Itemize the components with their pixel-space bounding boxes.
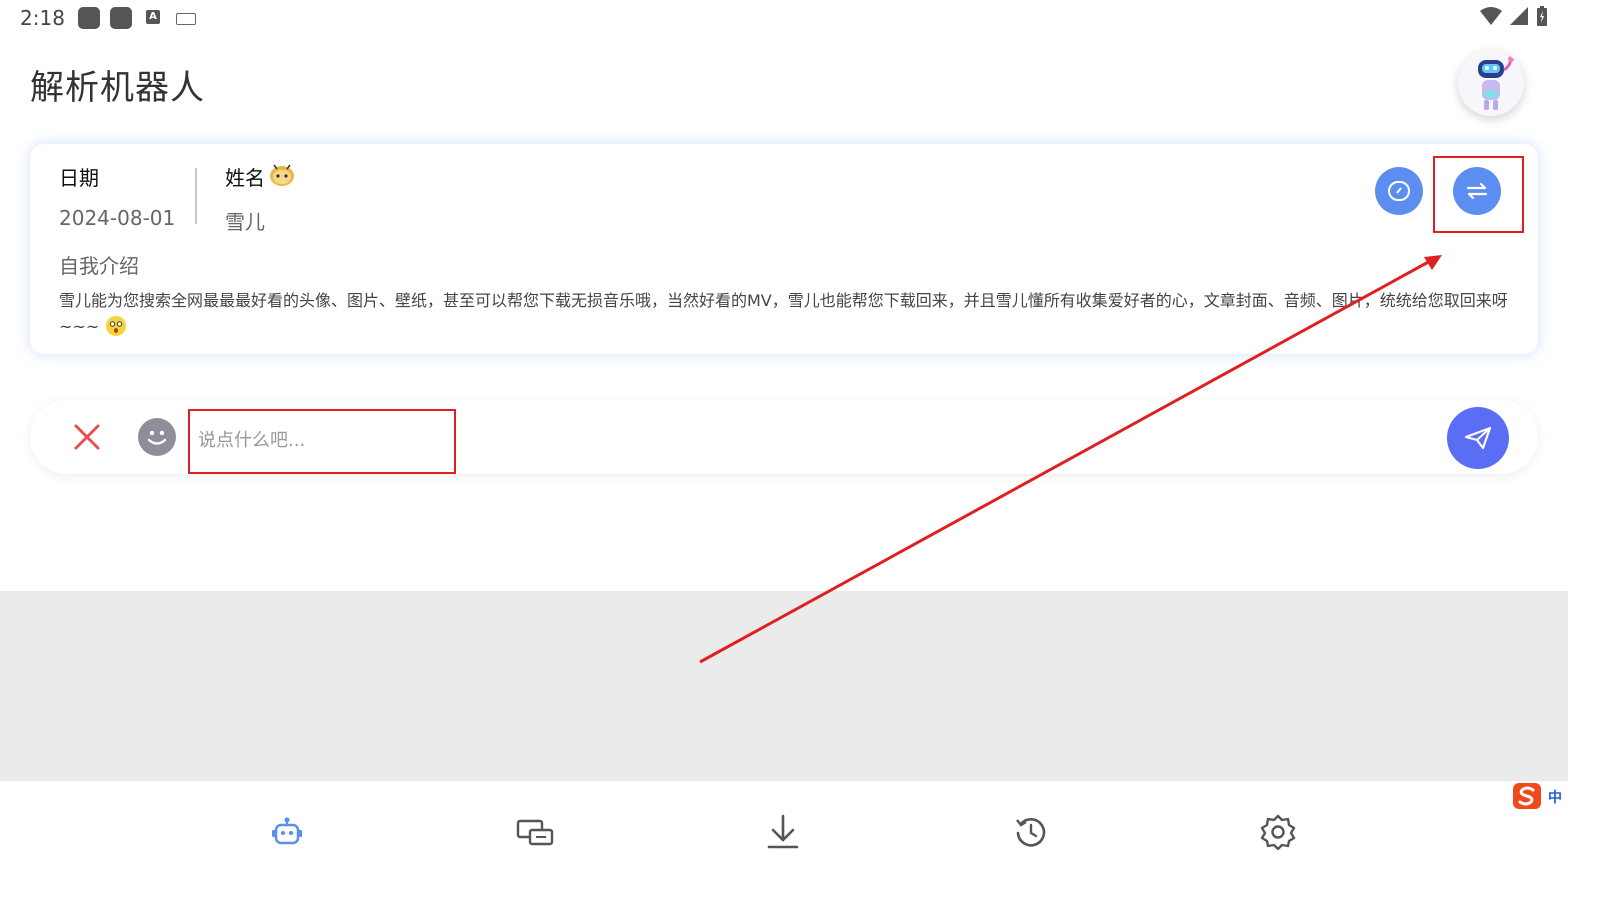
clear-button[interactable]	[70, 420, 104, 454]
annotation-highlight-box	[1433, 156, 1524, 233]
avatar[interactable]	[1458, 50, 1524, 116]
date-label: 日期	[59, 166, 99, 190]
status-time: 2:18	[20, 6, 65, 30]
emoji-icon	[147, 430, 167, 445]
info-card: 日期 2024-08-01 姓名 雪儿 自我介绍 雪儿能为您搜索全网最最最好看的…	[30, 144, 1538, 354]
status-indicators	[1480, 6, 1548, 26]
emoji-button[interactable]	[138, 418, 176, 456]
settings-icon	[1260, 814, 1296, 850]
cute-face-icon	[270, 164, 294, 186]
ime-label: 中	[1548, 790, 1562, 806]
notification-icon	[78, 7, 100, 29]
nav-settings[interactable]	[1258, 810, 1298, 854]
keyboard-icon	[176, 13, 196, 25]
intro-label: 自我介绍	[59, 254, 139, 278]
toggle-button[interactable]	[1375, 167, 1423, 215]
name-value: 雪儿	[225, 210, 265, 234]
signal-icon	[1510, 7, 1528, 25]
nav-robot[interactable]	[267, 810, 307, 854]
battery-icon	[1537, 6, 1547, 26]
send-button[interactable]	[1447, 407, 1509, 469]
status-bar: 2:18 A	[0, 0, 1568, 36]
ime-badge[interactable]: 中	[1512, 782, 1568, 812]
date-value: 2024-08-01	[59, 206, 176, 230]
robot-avatar-icon	[1458, 50, 1524, 116]
nav-download[interactable]	[763, 810, 803, 854]
annotation-highlight-box	[188, 409, 456, 474]
history-icon	[1016, 818, 1046, 847]
page-title: 解析机器人	[30, 68, 205, 108]
input-method-icon: A	[146, 10, 160, 24]
intro-text: 雪儿能为您搜索全网最最最好看的头像、图片、壁纸，甚至可以帮您下载无损音乐哦，当然…	[59, 288, 1509, 340]
divider	[195, 168, 197, 224]
name-label: 姓名	[225, 166, 265, 190]
surprised-emoji-icon	[106, 316, 127, 336]
robot-icon	[272, 817, 302, 845]
send-icon	[1464, 426, 1492, 450]
intro-text-body: 雪儿能为您搜索全网最最最好看的头像、图片、壁纸，甚至可以帮您下载无损音乐哦，当然…	[59, 291, 1508, 336]
nav-history[interactable]	[1011, 810, 1051, 854]
clear-icon	[74, 424, 100, 450]
toggle-icon	[1388, 181, 1410, 201]
download-icon	[767, 814, 799, 849]
sogou-logo-icon	[1513, 783, 1541, 809]
wifi-icon	[1480, 7, 1502, 25]
notification-icon	[110, 7, 132, 29]
nav-devices[interactable]	[515, 810, 555, 854]
devices-icon	[516, 819, 554, 846]
content-area	[0, 591, 1568, 781]
